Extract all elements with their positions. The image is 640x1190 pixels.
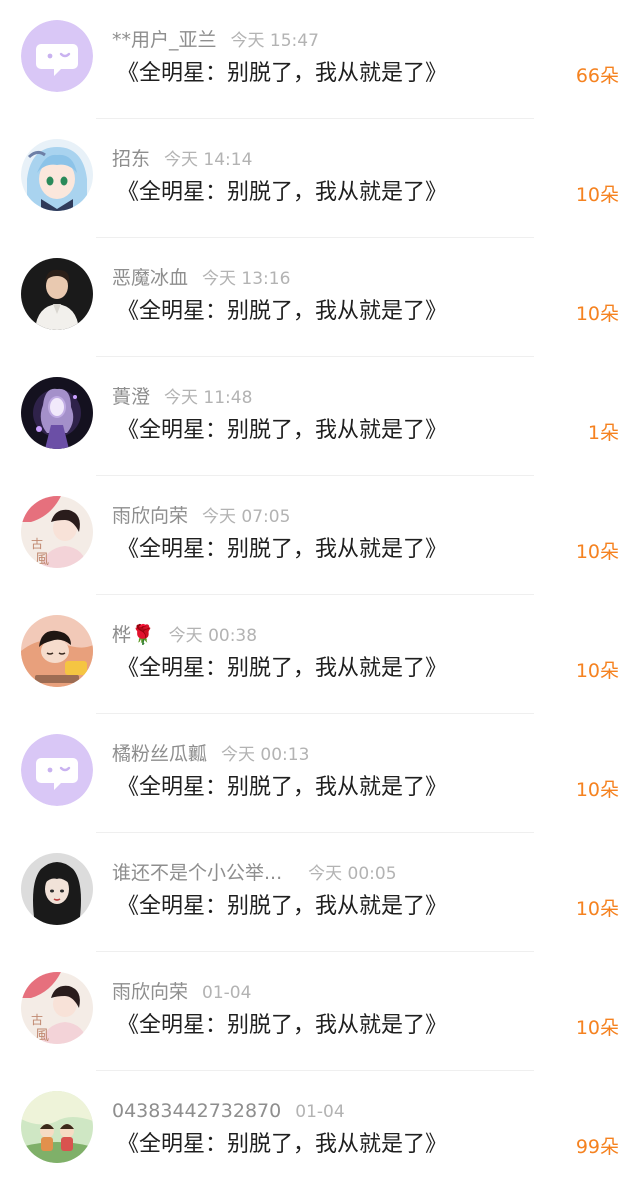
- dark-hair-girl-avatar-icon: [21, 853, 93, 925]
- flower-count: 10朵: [575, 660, 619, 682]
- timestamp: 今天 13:16: [202, 269, 291, 289]
- avatar[interactable]: [21, 853, 93, 925]
- flower-count: 10朵: [575, 184, 619, 206]
- timestamp: 今天 14:14: [164, 150, 253, 170]
- flower-count: 10朵: [575, 898, 619, 920]
- svg-text:古: 古: [31, 1012, 43, 1027]
- book-title[interactable]: 《全明星：别脱了，我从就是了》: [117, 177, 447, 209]
- default-chat-avatar-icon: [21, 734, 93, 806]
- list-item[interactable]: 恶魔冰血 今天 13:16 《全明星：别脱了，我从就是了》 10朵: [0, 238, 640, 357]
- item-meta: 蕢澄 今天 11:48: [112, 383, 252, 411]
- username[interactable]: 谁还不是个小公举...: [112, 862, 282, 884]
- item-meta: 04383442732870 01-04: [112, 1097, 345, 1125]
- timestamp: 今天 15:47: [230, 31, 319, 51]
- flower-count: 10朵: [575, 541, 619, 563]
- item-meta: 雨欣向荣 今天 07:05: [112, 502, 290, 530]
- flower-count: 10朵: [575, 303, 619, 325]
- avatar[interactable]: [21, 377, 93, 449]
- book-title[interactable]: 《全明星：别脱了，我从就是了》: [117, 296, 447, 328]
- book-title[interactable]: 《全明星：别脱了，我从就是了》: [117, 1010, 447, 1042]
- sleeping-girl-avatar-icon: [21, 615, 93, 687]
- avatar[interactable]: 古 風: [21, 496, 93, 568]
- anime-girl-avatar-icon: [21, 139, 93, 211]
- username[interactable]: 04383442732870: [112, 1100, 281, 1122]
- list-item[interactable]: 桦🌹 今天 00:38 《全明星：别脱了，我从就是了》 10朵: [0, 595, 640, 714]
- username[interactable]: 招东: [112, 148, 150, 170]
- book-title[interactable]: 《全明星：别脱了，我从就是了》: [117, 415, 447, 447]
- timestamp: 今天 00:05: [308, 864, 397, 884]
- avatar[interactable]: [21, 258, 93, 330]
- flower-count: 10朵: [575, 1017, 619, 1039]
- svg-text:風: 風: [35, 1028, 49, 1044]
- avatar[interactable]: 古 風: [21, 972, 93, 1044]
- list-item[interactable]: 古 風 雨欣向荣 01-04 《全明星：别脱了，我从就是了》 10朵: [0, 952, 640, 1071]
- book-title[interactable]: 《全明星：别脱了，我从就是了》: [117, 891, 447, 923]
- timestamp: 今天 11:48: [164, 388, 253, 408]
- username[interactable]: 雨欣向荣: [112, 505, 188, 527]
- username[interactable]: 蕢澄: [112, 386, 150, 408]
- default-chat-avatar-icon: [21, 20, 93, 92]
- book-title[interactable]: 《全明星：别脱了，我从就是了》: [117, 534, 447, 566]
- gufeng-girl-avatar-icon: 古 風: [21, 972, 93, 1044]
- item-meta: 雨欣向荣 01-04: [112, 978, 251, 1006]
- username[interactable]: 桦🌹: [112, 624, 155, 646]
- item-meta: 招东 今天 14:14: [112, 145, 252, 173]
- svg-text:古: 古: [31, 536, 43, 551]
- book-title[interactable]: 《全明星：别脱了，我从就是了》: [117, 1129, 447, 1161]
- flower-count: 99朵: [575, 1136, 619, 1158]
- gufeng-girl-avatar-icon: 古 風: [21, 496, 93, 568]
- avatar[interactable]: [21, 139, 93, 211]
- username[interactable]: 橘粉丝瓜瓤: [112, 743, 207, 765]
- man-portrait-avatar-icon: [21, 258, 93, 330]
- avatar[interactable]: [21, 615, 93, 687]
- list-item[interactable]: 招东 今天 14:14 《全明星：别脱了，我从就是了》 10朵: [0, 119, 640, 238]
- item-meta: 谁还不是个小公举... 今天 00:05: [112, 859, 397, 887]
- avatar[interactable]: [21, 1091, 93, 1163]
- timestamp: 01-04: [202, 983, 252, 1003]
- list-item[interactable]: **用户_亚兰 今天 15:47 《全明星：别脱了，我从就是了》 66朵: [0, 0, 640, 119]
- item-meta: 恶魔冰血 今天 13:16: [112, 264, 290, 292]
- gift-record-list: **用户_亚兰 今天 15:47 《全明星：别脱了，我从就是了》 66朵 招东 今天…: [0, 0, 640, 1188]
- timestamp: 今天 00:13: [221, 745, 310, 765]
- book-title[interactable]: 《全明星：别脱了，我从就是了》: [117, 58, 447, 90]
- list-item[interactable]: 谁还不是个小公举... 今天 00:05 《全明星：别脱了，我从就是了》 10朵: [0, 833, 640, 952]
- avatar[interactable]: [21, 20, 93, 92]
- username[interactable]: 雨欣向荣: [112, 981, 188, 1003]
- book-title[interactable]: 《全明星：别脱了，我从就是了》: [117, 772, 447, 804]
- book-title[interactable]: 《全明星：别脱了，我从就是了》: [117, 653, 447, 685]
- item-meta: 桦🌹 今天 00:38: [112, 621, 257, 649]
- cartoon-kids-avatar-icon: [21, 1091, 93, 1163]
- svg-text:風: 風: [35, 552, 49, 568]
- flower-count: 66朵: [575, 65, 619, 87]
- flower-count: 10朵: [575, 779, 619, 801]
- list-item[interactable]: 橘粉丝瓜瓤 今天 00:13 《全明星：别脱了，我从就是了》 10朵: [0, 714, 640, 833]
- item-meta: **用户_亚兰 今天 15:47: [112, 26, 319, 54]
- timestamp: 今天 00:38: [168, 626, 258, 646]
- timestamp: 01-04: [295, 1102, 345, 1122]
- fantasy-character-avatar-icon: [21, 377, 93, 449]
- username[interactable]: 恶魔冰血: [112, 267, 188, 289]
- flower-count: 1朵: [587, 422, 619, 444]
- list-item[interactable]: 04383442732870 01-04 《全明星：别脱了，我从就是了》 99朵: [0, 1071, 640, 1190]
- item-meta: 橘粉丝瓜瓤 今天 00:13: [112, 740, 309, 768]
- avatar[interactable]: [21, 734, 93, 806]
- list-item[interactable]: 蕢澄 今天 11:48 《全明星：别脱了，我从就是了》 1朵: [0, 357, 640, 476]
- list-item[interactable]: 古 風 雨欣向荣 今天 07:05 《全明星：别脱了，我从就是了》 10朵: [0, 476, 640, 595]
- timestamp: 今天 07:05: [202, 507, 291, 527]
- username[interactable]: **用户_亚兰: [112, 29, 217, 51]
